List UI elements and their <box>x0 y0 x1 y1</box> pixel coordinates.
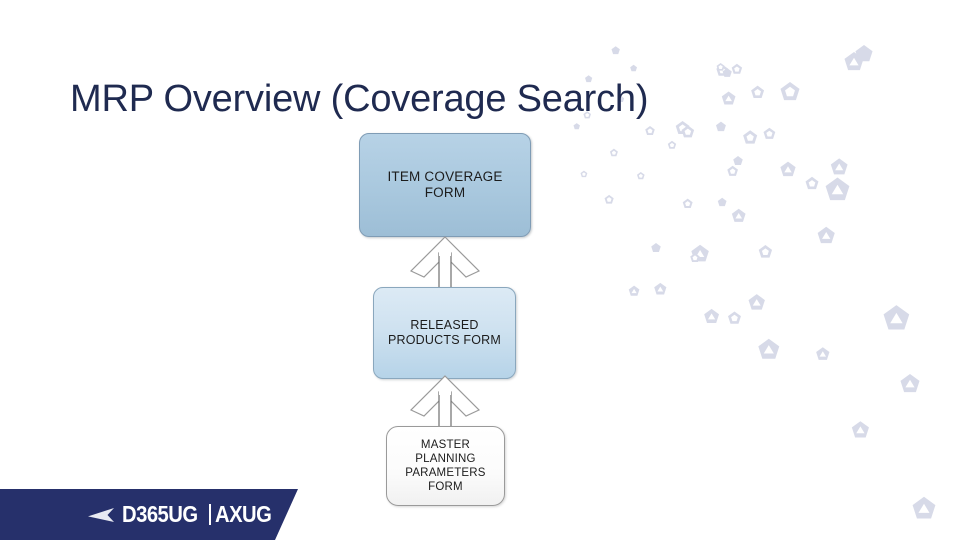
flow-node-label: ITEM COVERAGE FORM <box>387 168 503 200</box>
flow-arrow-master-to-released <box>409 375 481 430</box>
flow-node-released-products-form: RELEASED PRODUCTS FORM <box>373 287 516 379</box>
logo-lockup: D365UG AXUG <box>88 489 279 540</box>
logo-banner: D365UG AXUG <box>0 489 300 540</box>
swoosh-icon <box>88 507 114 522</box>
logo-wordmark: D365UG AXUG <box>122 501 279 528</box>
flow-node-item-coverage-form: ITEM COVERAGE FORM <box>359 133 531 237</box>
logo-wordmark-secondary: AXUG <box>214 501 272 527</box>
slide-canvas: MRP Overview (Coverage Search) ITEM COVE… <box>0 0 960 540</box>
flow-node-label: RELEASED PRODUCTS FORM <box>387 317 501 347</box>
logo-wordmark-divider <box>208 504 211 525</box>
mrp-flow-diagram: ITEM COVERAGE FORM RELEASED PRODUCTS FOR… <box>330 110 580 520</box>
logo-wordmark-primary: D365UG <box>122 501 198 527</box>
flow-node-label: MASTER PLANNING PARAMETERS FORM <box>405 438 486 494</box>
flow-arrow-released-to-coverage <box>409 236 481 291</box>
flow-node-master-planning-parameters-form: MASTER PLANNING PARAMETERS FORM <box>386 426 505 506</box>
